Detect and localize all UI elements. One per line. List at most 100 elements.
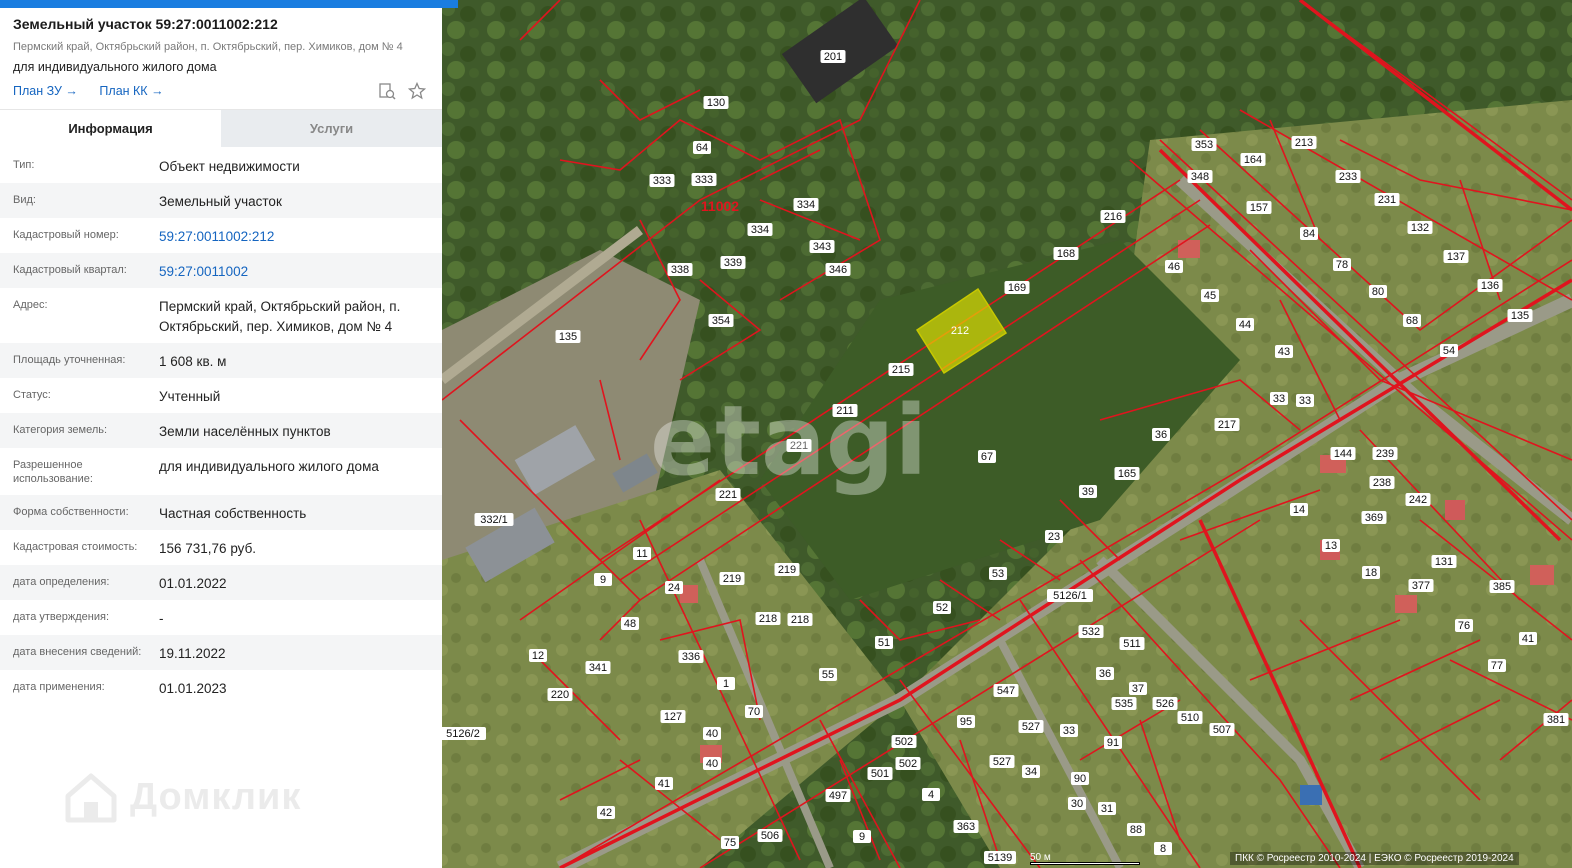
parcel-label[interactable]: 34: [1025, 766, 1037, 778]
parcel-label[interactable]: 507: [1213, 724, 1231, 736]
parcel-label[interactable]: 338: [671, 264, 689, 276]
parcel-label[interactable]: 55: [822, 669, 834, 681]
parcel-label[interactable]: 332/1: [480, 514, 508, 526]
parcel-label[interactable]: 84: [1303, 228, 1315, 240]
parcel-label[interactable]: 88: [1130, 824, 1142, 836]
parcel-label[interactable]: 511: [1123, 638, 1141, 650]
parcel-label[interactable]: 95: [960, 716, 972, 728]
parcel-label[interactable]: 377: [1412, 580, 1430, 592]
parcel-label[interactable]: 339: [724, 257, 742, 269]
parcel-label[interactable]: 90: [1074, 773, 1086, 785]
parcel-label[interactable]: 43: [1278, 346, 1290, 358]
parcel-label[interactable]: 334: [797, 199, 815, 211]
parcel-label[interactable]: 5126/2: [446, 728, 480, 740]
parcel-label[interactable]: 67: [981, 451, 993, 463]
tab-info[interactable]: Информация: [0, 110, 221, 147]
parcel-label[interactable]: 136: [1481, 280, 1499, 292]
parcel-label[interactable]: 42: [600, 807, 612, 819]
parcel-label[interactable]: 40: [706, 758, 718, 770]
parcel-label[interactable]: 510: [1181, 712, 1199, 724]
parcel-label[interactable]: 77: [1491, 660, 1503, 672]
parcel-label[interactable]: 168: [1057, 248, 1075, 260]
parcel-label[interactable]: 91: [1107, 737, 1119, 749]
parcel-label[interactable]: 41: [1522, 633, 1534, 645]
parcel-label[interactable]: 70: [748, 706, 760, 718]
parcel-label[interactable]: 135: [559, 331, 577, 343]
parcel-label[interactable]: 31: [1101, 803, 1113, 815]
parcel-label[interactable]: 218: [791, 614, 809, 626]
parcel-label[interactable]: 33: [1273, 393, 1285, 405]
parcel-label[interactable]: 502: [899, 758, 917, 770]
parcel-label[interactable]: 164: [1244, 154, 1262, 166]
parcel-label[interactable]: 78: [1336, 259, 1348, 271]
parcel-label[interactable]: 532: [1082, 626, 1100, 638]
parcel-label[interactable]: 219: [723, 573, 741, 585]
parcel-label[interactable]: 44: [1239, 319, 1251, 331]
parcel-label[interactable]: 130: [707, 97, 725, 109]
parcel-label[interactable]: 238: [1373, 477, 1391, 489]
parcel-label[interactable]: 33: [1299, 395, 1311, 407]
parcel-label[interactable]: 333: [695, 174, 713, 186]
parcel-label[interactable]: 535: [1115, 698, 1133, 710]
parcel-label[interactable]: 12: [532, 650, 544, 662]
parcel-label[interactable]: 131: [1435, 556, 1453, 568]
parcel-label[interactable]: 165: [1118, 468, 1136, 480]
parcel-label[interactable]: 5139: [988, 852, 1012, 864]
parcel-label[interactable]: 526: [1156, 698, 1174, 710]
parcel-label[interactable]: 48: [624, 618, 636, 630]
parcel-label[interactable]: 218: [759, 613, 777, 625]
parcel-label[interactable]: 527: [993, 756, 1011, 768]
parcel-label[interactable]: 1: [723, 678, 729, 690]
parcel-label[interactable]: 216: [1104, 211, 1122, 223]
parcel-label[interactable]: 169: [1008, 282, 1026, 294]
parcel-label[interactable]: 23: [1048, 531, 1060, 543]
parcel-label[interactable]: 11: [636, 548, 647, 560]
parcel-label[interactable]: 502: [895, 736, 913, 748]
parcel-label[interactable]: 385: [1493, 581, 1511, 593]
parcel-label[interactable]: 341: [589, 662, 607, 674]
parcel-label[interactable]: 37: [1132, 683, 1144, 695]
parcel-label[interactable]: 5126/1: [1053, 590, 1087, 602]
parcel-label[interactable]: 4: [928, 789, 934, 801]
parcel-label[interactable]: 39: [1082, 486, 1094, 498]
plan-zu-link[interactable]: План ЗУ →: [13, 84, 78, 98]
parcel-label[interactable]: 231: [1378, 194, 1396, 206]
parcel-label[interactable]: 219: [778, 564, 796, 576]
parcel-label[interactable]: 30: [1071, 798, 1083, 810]
parcel-label[interactable]: 217: [1218, 419, 1236, 431]
parcel-label[interactable]: 51: [878, 637, 890, 649]
parcel-label[interactable]: 53: [992, 568, 1004, 580]
parcel-label[interactable]: 381: [1547, 714, 1565, 726]
parcel-label[interactable]: 68: [1406, 315, 1418, 327]
parcel-label[interactable]: 45: [1204, 290, 1216, 302]
parcel-label[interactable]: 346: [829, 264, 847, 276]
parcel-label[interactable]: 242: [1409, 494, 1427, 506]
parcel-label[interactable]: 527: [1022, 721, 1040, 733]
parcel-label[interactable]: 220: [551, 689, 569, 701]
star-icon[interactable]: [408, 82, 426, 100]
parcel-label[interactable]: 54: [1443, 345, 1455, 357]
parcel-label[interactable]: 52: [936, 602, 948, 614]
parcel-label[interactable]: 33: [1063, 725, 1075, 737]
parcel-label[interactable]: 36: [1099, 668, 1111, 680]
parcel-label[interactable]: 354: [712, 315, 730, 327]
parcel-label[interactable]: 343: [813, 241, 831, 253]
parcel-label[interactable]: 64: [696, 142, 708, 154]
parcel-label[interactable]: 137: [1447, 251, 1465, 263]
parcel-label[interactable]: 76: [1458, 620, 1470, 632]
parcel-label[interactable]: 213: [1295, 137, 1313, 149]
plan-kk-link[interactable]: План КК →: [99, 84, 163, 98]
parcel-label[interactable]: 41: [658, 778, 670, 790]
parcel-label[interactable]: 506: [761, 830, 779, 842]
parcel-label[interactable]: 497: [829, 790, 847, 802]
parcel-label[interactable]: 75: [724, 837, 736, 849]
parcel-label[interactable]: 80: [1372, 286, 1384, 298]
parcel-label[interactable]: 233: [1339, 171, 1357, 183]
info-row-value[interactable]: 59:27:0011002:212: [159, 218, 429, 253]
parcel-label[interactable]: 9: [859, 831, 865, 843]
parcel-label[interactable]: 334: [751, 224, 769, 236]
parcel-label[interactable]: 8: [1160, 843, 1166, 855]
parcel-label[interactable]: 18: [1365, 567, 1377, 579]
parcel-label[interactable]: 127: [664, 711, 682, 723]
parcel-label[interactable]: 24: [668, 582, 680, 594]
